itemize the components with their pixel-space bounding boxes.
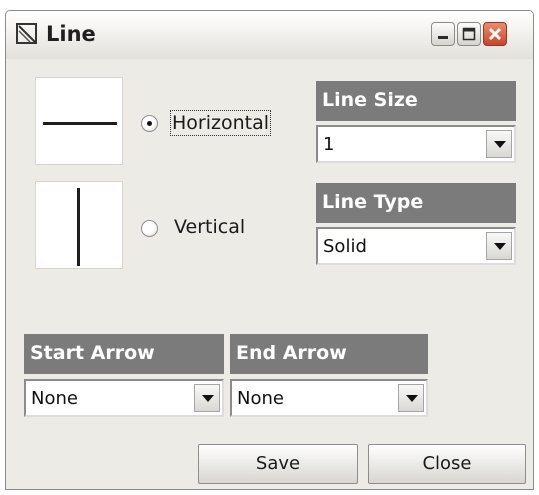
line-dialog-window: Line Horizontal Vertical Line Size 1 Lin… xyxy=(5,10,534,490)
line-size-value: 1 xyxy=(323,134,335,155)
horizontal-radio-label[interactable]: Horizontal xyxy=(169,110,272,136)
line-size-select[interactable]: 1 xyxy=(316,125,516,163)
vertical-line-sample xyxy=(77,188,80,266)
end-arrow-dropdown-button[interactable] xyxy=(398,384,424,412)
minimize-button[interactable] xyxy=(431,22,455,46)
close-button[interactable]: Close xyxy=(368,444,526,484)
end-arrow-select[interactable]: None xyxy=(230,379,428,417)
radio-selected-dot xyxy=(147,121,152,126)
save-button[interactable]: Save xyxy=(198,444,358,484)
chevron-down-icon xyxy=(202,395,214,402)
line-type-select[interactable]: Solid xyxy=(316,227,516,265)
vertical-radio-label[interactable]: Vertical xyxy=(174,216,245,238)
horizontal-line-sample xyxy=(43,122,117,125)
end-arrow-header: End Arrow xyxy=(230,334,428,374)
chevron-down-icon xyxy=(494,243,506,250)
horizontal-line-preview xyxy=(35,77,123,165)
line-size-dropdown-button[interactable] xyxy=(486,130,512,158)
maximize-icon xyxy=(462,27,476,41)
line-type-value: Solid xyxy=(323,236,367,257)
vertical-line-preview xyxy=(35,181,123,269)
line-type-header: Line Type xyxy=(316,183,516,223)
maximize-button[interactable] xyxy=(457,22,481,46)
chevron-down-icon xyxy=(494,141,506,148)
start-arrow-dropdown-button[interactable] xyxy=(194,384,220,412)
start-arrow-select[interactable]: None xyxy=(24,379,224,417)
line-type-dropdown-button[interactable] xyxy=(486,232,512,260)
line-size-header: Line Size xyxy=(316,81,516,121)
close-window-button[interactable] xyxy=(483,22,507,46)
dialog-content: Horizontal Vertical Line Size 1 Line Typ… xyxy=(6,59,533,489)
close-icon xyxy=(488,27,502,41)
chevron-down-icon xyxy=(406,395,418,402)
end-arrow-value: None xyxy=(237,388,284,409)
vertical-radio[interactable] xyxy=(141,220,158,237)
start-arrow-value: None xyxy=(31,388,78,409)
line-tool-icon xyxy=(16,23,37,44)
minimize-icon xyxy=(438,36,448,39)
title-bar[interactable]: Line xyxy=(6,11,533,60)
start-arrow-header: Start Arrow xyxy=(24,334,224,374)
window-title: Line xyxy=(46,22,96,46)
horizontal-radio[interactable] xyxy=(141,115,158,132)
